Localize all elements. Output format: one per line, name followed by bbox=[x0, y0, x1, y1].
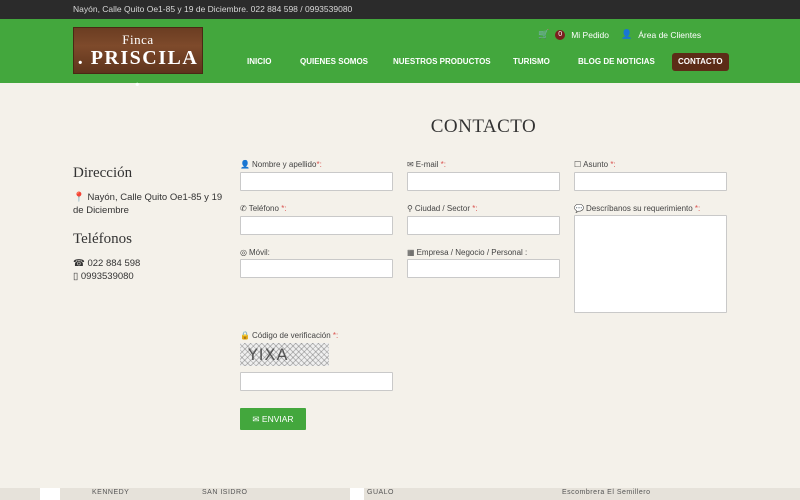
lock-icon: 🔒 bbox=[240, 331, 250, 340]
empresa-label: ▦ Empresa / Negocio / Personal : bbox=[407, 248, 528, 257]
mobile-icon: ▯ bbox=[73, 271, 79, 282]
nombre-label: 👤 Nombre y apellido*: bbox=[240, 160, 322, 169]
email-label: ✉ E-mail *: bbox=[407, 160, 446, 169]
phone1-row: ☎ 022 884 598 bbox=[73, 257, 140, 270]
movil-label: ◎ Móvil: bbox=[240, 248, 270, 257]
requerimiento-textarea[interactable] bbox=[574, 215, 727, 313]
map-road bbox=[40, 488, 60, 500]
nav-item-blog[interactable]: BLOG DE NOTICIAS bbox=[578, 53, 655, 71]
phone2-row: ▯ 0993539080 bbox=[73, 270, 134, 283]
clients-link[interactable]: Área de Clientes bbox=[638, 30, 701, 40]
nombre-input[interactable] bbox=[240, 172, 393, 191]
map-road bbox=[350, 488, 364, 500]
codigo-label: 🔒 Código de verificación *: bbox=[240, 331, 339, 340]
square-icon: ☐ bbox=[574, 160, 582, 169]
ciudad-input[interactable] bbox=[407, 216, 560, 235]
address-heading: Dirección bbox=[73, 165, 133, 181]
ciudad-label: ⚲ Ciudad / Sector *: bbox=[407, 204, 478, 213]
captcha-text: YIXA bbox=[248, 345, 289, 364]
whatsapp-icon: ◎ bbox=[240, 248, 247, 257]
requerimiento-label: 💬 Descríbanos su requerimiento *: bbox=[574, 204, 701, 213]
send-button[interactable]: ✉ ENVIAR bbox=[240, 408, 306, 430]
map-label: Escombrera El Semillero bbox=[562, 489, 651, 496]
envelope-icon: ✉ bbox=[252, 414, 260, 424]
phones-heading: Teléfonos bbox=[73, 231, 132, 247]
phone2-text: 0993539080 bbox=[80, 271, 134, 282]
map-label: KENNEDY bbox=[92, 489, 130, 496]
logo-line1: Finca bbox=[122, 32, 154, 47]
address-text: Nayón, Calle Quito Oe1-85 y 19 de Diciem… bbox=[73, 192, 223, 216]
map-marker-icon: ⚲ bbox=[407, 204, 413, 213]
phone-icon: ☎ bbox=[73, 258, 85, 269]
building-icon: ▦ bbox=[407, 248, 415, 257]
nav-item-inicio[interactable]: INICIO bbox=[247, 53, 271, 71]
topbar: Nayón, Calle Quito Oe1-85 y 19 de Diciem… bbox=[0, 0, 800, 19]
envelope-icon: ✉ bbox=[407, 160, 414, 169]
nav-item-contacto[interactable]: CONTACTO bbox=[672, 53, 729, 71]
email-input[interactable] bbox=[407, 172, 560, 191]
asunto-input[interactable] bbox=[574, 172, 727, 191]
user-icon: 👤 bbox=[240, 160, 250, 169]
map[interactable]: KENNEDY SAN ISIDRO GUALO Escombrera El S… bbox=[0, 488, 800, 500]
nav-item-quienes-somos[interactable]: QUIENES SOMOS bbox=[300, 53, 368, 71]
phone-icon: ✆ bbox=[240, 204, 247, 213]
header: Finca . PRISCILA . 🛒 0 Mi Pedido 👤 Área … bbox=[0, 19, 800, 91]
utility-links: 🛒 0 Mi Pedido 👤 Área de Clientes bbox=[538, 29, 701, 40]
page-title: CONTACTO bbox=[430, 116, 537, 137]
nav-item-turismo[interactable]: TURISMO bbox=[513, 53, 550, 71]
movil-input[interactable] bbox=[240, 259, 393, 278]
captcha-image: YIXA bbox=[240, 343, 329, 366]
map-marker-icon: 📍 bbox=[73, 192, 85, 203]
address-block: 📍 Nayón, Calle Quito Oe1-85 y 19 de Dici… bbox=[73, 191, 228, 217]
empresa-input[interactable] bbox=[407, 259, 560, 278]
phone1-text: 022 884 598 bbox=[87, 258, 141, 269]
telefono-label: ✆ Teléfono *: bbox=[240, 204, 287, 213]
codigo-input[interactable] bbox=[240, 372, 393, 391]
comment-icon: 💬 bbox=[574, 204, 584, 213]
topbar-address: Nayón, Calle Quito Oe1-85 y 19 de Diciem… bbox=[73, 4, 353, 14]
map-label: GUALO bbox=[367, 489, 395, 496]
map-label: SAN ISIDRO bbox=[202, 489, 248, 496]
cart-icon: 🛒 bbox=[538, 29, 550, 39]
user-icon: 👤 bbox=[621, 29, 633, 39]
nav-item-nuestros-productos[interactable]: NUESTROS PRODUCTOS bbox=[393, 53, 491, 71]
telefono-input[interactable] bbox=[240, 216, 393, 235]
cart-link[interactable]: Mi Pedido bbox=[571, 30, 609, 40]
cart-count-badge: 0 bbox=[555, 29, 566, 40]
asunto-label: ☐ Asunto *: bbox=[574, 160, 616, 169]
main-nav: INICIO QUIENES SOMOS NUESTROS PRODUCTOS … bbox=[0, 53, 800, 71]
